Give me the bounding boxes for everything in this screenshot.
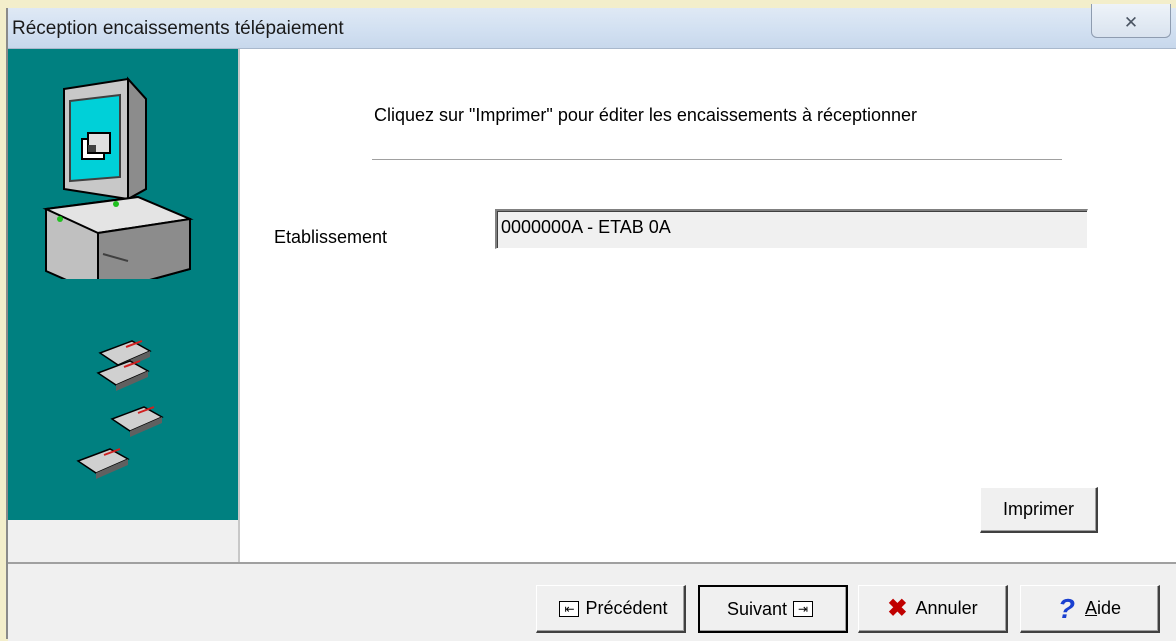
etablissement-field: 0000000A - ETAB 0A [495, 209, 1088, 249]
help-button[interactable]: ? Aide [1020, 585, 1160, 633]
title-bar: Réception encaissements télépaiement ✕ [8, 4, 1176, 49]
close-icon: ✕ [1123, 13, 1139, 32]
wizard-window: Réception encaissements télépaiement ✕ C… [6, 4, 1176, 641]
panel-divider [238, 49, 240, 562]
help-question-icon: ? [1057, 592, 1076, 624]
etablissement-label: Etablissement [274, 227, 388, 247]
next-label: Suivant [726, 598, 788, 619]
side-panel [8, 49, 238, 520]
prev-arrow-icon: ⇤ [559, 600, 580, 617]
close-button[interactable]: ✕ [1091, 4, 1171, 38]
floppy-disk-icon [76, 340, 164, 479]
next-arrow-icon: ⇥ [793, 601, 814, 617]
wizard-content: Cliquez sur "Imprimer" pour éditer les e… [8, 49, 1176, 562]
previous-button[interactable]: ⇤ Précédent [536, 585, 686, 633]
computer-icon [42, 76, 194, 279]
instruction-text: Cliquez sur "Imprimer" pour éditer les e… [374, 105, 918, 125]
next-button[interactable]: Suivant ⇥ [698, 585, 848, 633]
wizard-footer: ⇤ Précédent Suivant ⇥ ✖ Annuler ? Aide [8, 562, 1176, 641]
cancel-label: Annuler [915, 598, 978, 618]
previous-label: Précédent [585, 598, 668, 618]
print-button[interactable]: Imprimer [980, 487, 1098, 533]
cancel-button[interactable]: ✖ Annuler [858, 585, 1008, 633]
window-title: Réception encaissements télépaiement [12, 18, 344, 39]
help-label: Aide [1085, 598, 1122, 618]
separator-line [372, 159, 1062, 161]
cancel-x-icon: ✖ [887, 595, 908, 622]
side-panel-footer [8, 520, 238, 562]
